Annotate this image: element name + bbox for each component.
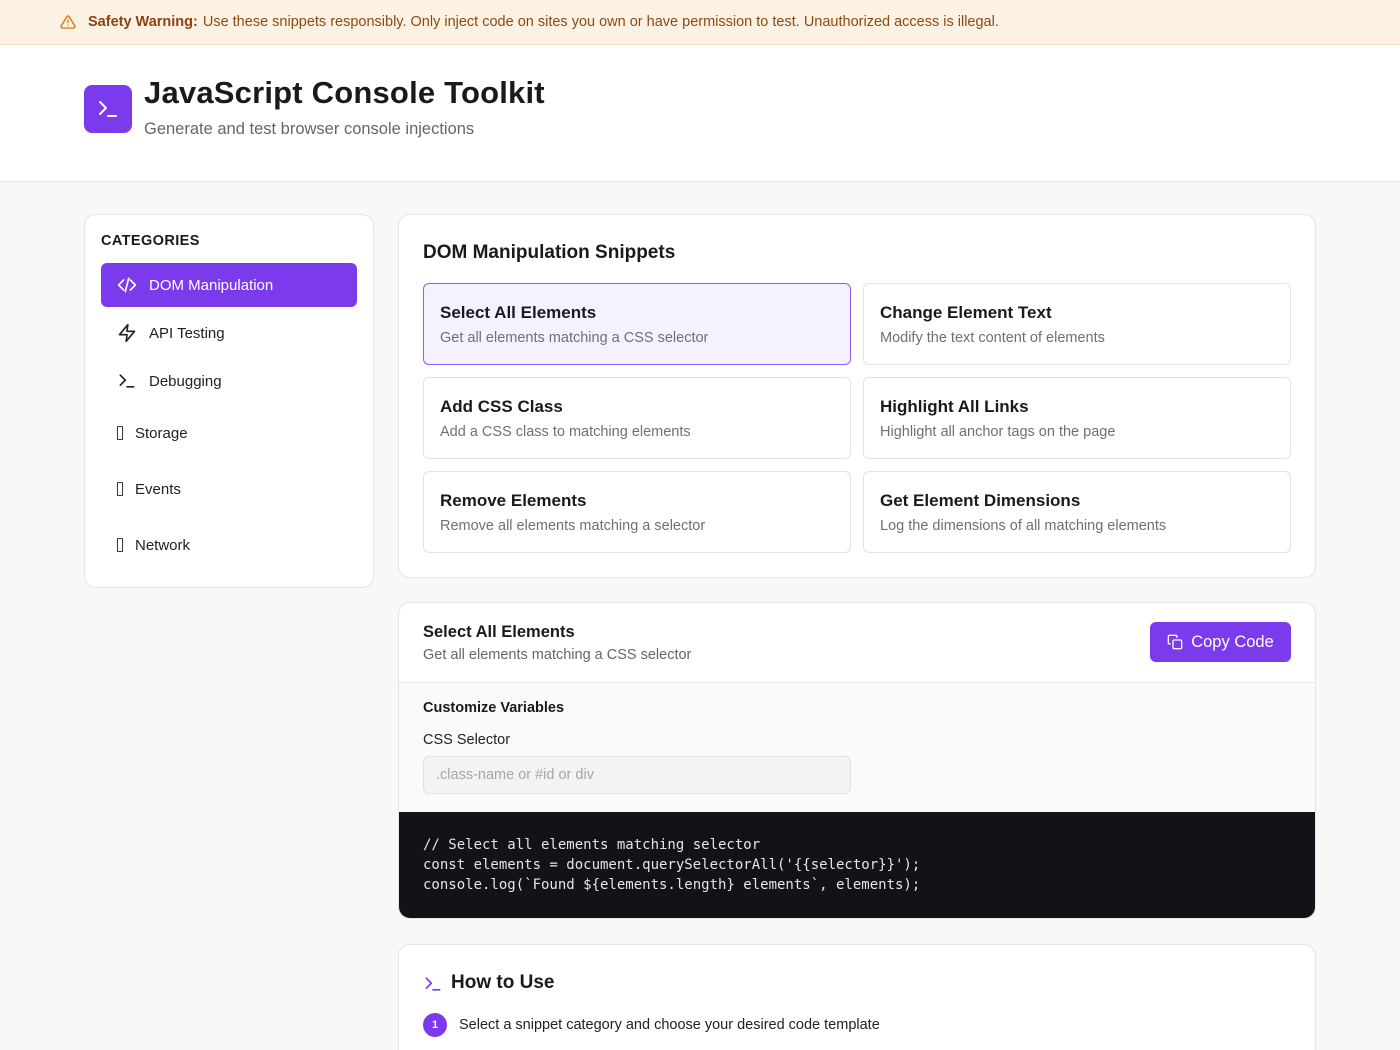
safety-warning-banner: Safety Warning: Use these snippets respo…: [0, 0, 1400, 45]
sidebar-item-label: Storage: [135, 424, 188, 442]
snippet-desc: Modify the text content of elements: [880, 330, 1105, 346]
snippet-desc: Add a CSS class to matching elements: [440, 424, 691, 440]
missing-glyph-icon: [117, 482, 123, 496]
terminal-icon: [423, 974, 443, 994]
sidebar-item-label: DOM Manipulation: [149, 276, 274, 294]
snippet-card-get-element-dimensions[interactable]: Get Element Dimensions Log the dimension…: [863, 471, 1291, 553]
snippet-title: Remove Elements: [440, 491, 587, 510]
lightning-icon: [117, 323, 137, 343]
sidebar-item-label: Events: [135, 480, 181, 498]
snippet-card-select-all-elements[interactable]: Select All Elements Get all elements mat…: [423, 283, 851, 365]
sidebar-item-debugging[interactable]: Debugging: [101, 359, 357, 403]
categories-sidebar: CATEGORIES DOM Manipulation API Testing …: [84, 214, 374, 588]
snippet-detail-panel: Select All Elements Get all elements mat…: [398, 602, 1316, 919]
snippet-desc: Highlight all anchor tags on the page: [880, 424, 1116, 440]
sidebar-item-dom-manipulation[interactable]: DOM Manipulation: [101, 263, 357, 307]
copy-code-button[interactable]: Copy Code: [1150, 622, 1291, 662]
warning-icon: [60, 14, 76, 30]
snippet-card-change-element-text[interactable]: Change Element Text Modify the text cont…: [863, 283, 1291, 365]
missing-glyph-icon: [117, 538, 123, 552]
app-header: JavaScript Console Toolkit Generate and …: [0, 45, 1400, 182]
snippet-desc: Remove all elements matching a selector: [440, 518, 706, 534]
snippet-card-add-css-class[interactable]: Add CSS Class Add a CSS class to matchin…: [423, 377, 851, 459]
detail-title: Select All Elements: [423, 623, 575, 641]
snippet-title: Select All Elements: [440, 303, 597, 322]
snippet-desc: Log the dimensions of all matching eleme…: [880, 518, 1167, 534]
snippet-title: Highlight All Links: [880, 397, 1029, 416]
step-text: Select a snippet category and choose you…: [459, 1017, 880, 1033]
app-logo: [84, 85, 132, 133]
vars-title: Customize Variables: [423, 700, 565, 716]
copy-icon: [1167, 634, 1183, 650]
how-to-use-panel: How to Use 1 Select a snippet category a…: [398, 944, 1316, 1050]
terminal-icon: [99, 101, 117, 117]
snippet-desc: Get all elements matching a CSS selector: [440, 330, 709, 346]
missing-glyph-icon: [117, 426, 123, 440]
detail-header: Select All Elements Get all elements mat…: [399, 603, 1315, 683]
snippet-title: Change Element Text: [880, 303, 1052, 322]
sidebar-item-label: Debugging: [149, 372, 222, 390]
detail-description: Get all elements matching a CSS selector: [423, 647, 692, 663]
css-selector-input[interactable]: [423, 756, 851, 794]
sidebar-item-api-testing[interactable]: API Testing: [101, 311, 357, 355]
how-to-use-title: How to Use: [451, 972, 555, 993]
sidebar-item-network[interactable]: Network: [101, 523, 357, 567]
page-subtitle: Generate and test browser console inject…: [144, 120, 475, 138]
snippet-card-highlight-all-links[interactable]: Highlight All Links Highlight all anchor…: [863, 377, 1291, 459]
sidebar-item-events[interactable]: Events: [101, 467, 357, 511]
sidebar-item-label: Network: [135, 536, 191, 554]
snippet-card-remove-elements[interactable]: Remove Elements Remove all elements matc…: [423, 471, 851, 553]
css-selector-label: CSS Selector: [423, 732, 511, 748]
sidebar-heading: CATEGORIES: [101, 233, 200, 249]
step-number-badge: 1: [423, 1013, 447, 1037]
snippet-title: Add CSS Class: [440, 397, 563, 416]
code-block: // Select all elements matching selector…: [399, 812, 1315, 918]
terminal-icon: [117, 371, 137, 391]
snippets-title: DOM Manipulation Snippets: [423, 242, 676, 263]
sidebar-item-label: API Testing: [149, 324, 225, 342]
customize-variables-section: Customize Variables CSS Selector: [399, 683, 1315, 812]
snippets-panel: DOM Manipulation Snippets Select All Ele…: [398, 214, 1316, 578]
copy-code-label: Copy Code: [1191, 632, 1274, 651]
how-to-step: 1 Select a snippet category and choose y…: [423, 1013, 880, 1037]
code-icon: [117, 275, 137, 295]
warning-text: Use these snippets responsibly. Only inj…: [202, 14, 999, 30]
snippet-title: Get Element Dimensions: [880, 491, 1081, 510]
warning-label: Safety Warning:: [88, 14, 198, 30]
page-title: JavaScript Console Toolkit: [144, 75, 545, 110]
sidebar-item-storage[interactable]: Storage: [101, 411, 357, 455]
